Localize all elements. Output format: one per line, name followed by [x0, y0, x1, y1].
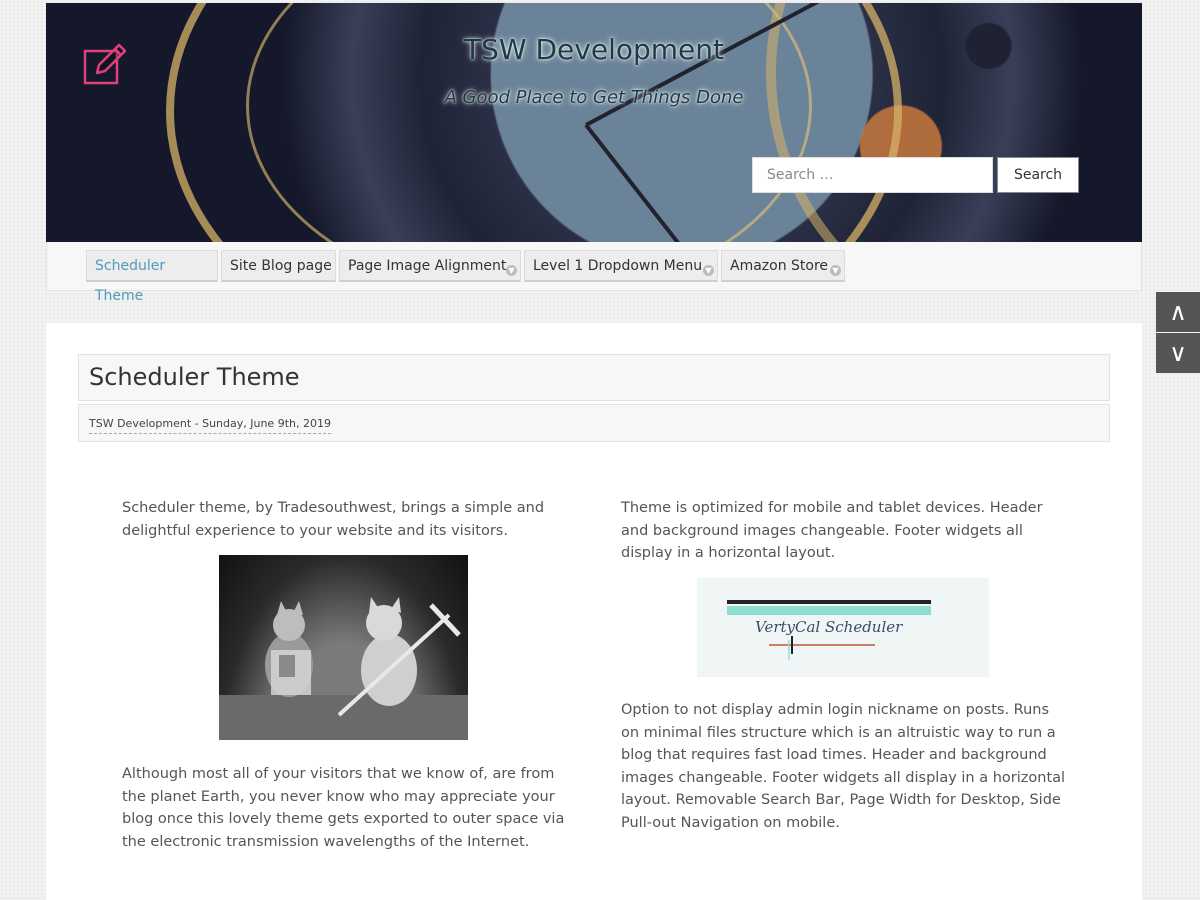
chevron-up-icon: ∧: [1169, 298, 1187, 326]
vertycal-scheduler-logo-text: VertyCal Scheduler: [755, 618, 903, 636]
post-meta[interactable]: TSW Development - Sunday, June 9th, 2019: [89, 417, 331, 434]
nav-item-label: Page Image Alignment: [348, 258, 507, 274]
site-tagline: A Good Place to Get Things Done: [444, 87, 744, 108]
nav-item-page-image-alignment[interactable]: Page Image Alignment ▼: [339, 250, 521, 282]
chevron-down-icon: ∨: [1169, 339, 1187, 367]
post-meta-box: TSW Development - Sunday, June 9th, 2019: [78, 404, 1110, 442]
chevron-down-icon: ▼: [830, 265, 841, 276]
right-intro-text: Theme is optimized for mobile and tablet…: [621, 500, 1043, 561]
nav-item-site-blog-page[interactable]: Site Blog page: [221, 250, 336, 282]
nav-item-scheduler-theme[interactable]: Scheduler Theme: [86, 250, 218, 304]
nav-item-label: Scheduler Theme: [95, 258, 166, 304]
search-input[interactable]: [752, 157, 993, 193]
chevron-down-icon: ▼: [506, 265, 517, 276]
nav-item-label: Level 1 Dropdown Menu: [533, 258, 703, 274]
nav-item-label: Amazon Store: [730, 258, 829, 274]
site-header: TSW Development A Good Place to Get Thin…: [46, 3, 1142, 242]
nav-item-level-1-dropdown-menu[interactable]: Level 1 Dropdown Menu ▼: [524, 250, 718, 282]
post-content: Scheduler Theme TSW Development - Sunday…: [46, 323, 1142, 900]
vertycal-scheduler-image: VertyCal Scheduler: [697, 578, 989, 677]
nav-item-label: Site Blog page: [230, 258, 332, 274]
site-title[interactable]: TSW Development: [46, 33, 1142, 66]
search-button[interactable]: Search: [997, 157, 1079, 193]
left-intro-text: Scheduler theme, by Tradesouthwest, brin…: [122, 500, 545, 539]
scroll-down-button[interactable]: ∨: [1156, 333, 1200, 373]
main-navigation: Scheduler Theme Site Blog page Page Imag…: [46, 242, 1142, 304]
left-body-text: Although most all of your visitors that …: [122, 766, 565, 850]
post-title: Scheduler Theme: [89, 363, 300, 391]
right-body-text: Option to not display admin login nickna…: [621, 702, 1066, 831]
chevron-down-icon: ▼: [703, 265, 714, 276]
post-title-box: Scheduler Theme: [78, 354, 1110, 401]
nav-item-amazon-store[interactable]: Amazon Store ▼: [721, 250, 845, 282]
scroll-up-button[interactable]: ∧: [1156, 292, 1200, 332]
kittens-gardening-photo: [219, 555, 468, 740]
